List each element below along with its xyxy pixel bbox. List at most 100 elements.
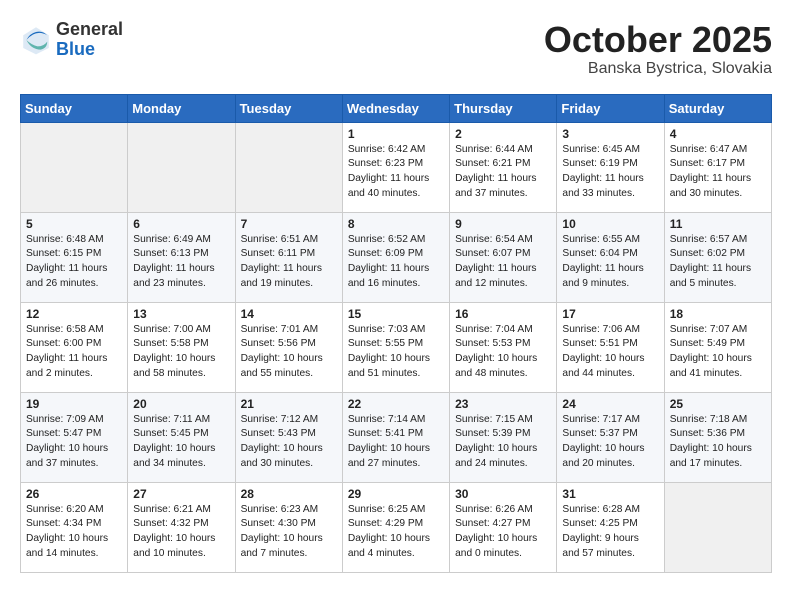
calendar-cell bbox=[21, 122, 128, 212]
cell-details: Sunrise: 7:09 AMSunset: 5:47 PMDaylight:… bbox=[26, 413, 122, 472]
calendar-cell: 12Sunrise: 6:58 AMSunset: 6:00 PMDayligh… bbox=[21, 302, 128, 392]
cell-details: Sunrise: 7:01 AMSunset: 5:56 PMDaylight:… bbox=[241, 323, 337, 382]
day-number: 18 bbox=[670, 307, 766, 321]
calendar-cell: 19 Sunrise: 7:09 AMSunset: 5:47 PMDayligh… bbox=[21, 392, 128, 482]
calendar-week-row: 19 Sunrise: 7:09 AMSunset: 5:47 PMDayligh… bbox=[21, 392, 772, 482]
calendar-week-row: 1 Sunrise: 6:42 AMSunset: 6:23 PMDaylight… bbox=[21, 122, 772, 212]
calendar-cell bbox=[235, 122, 342, 212]
cell-details: Sunrise: 6:57 AMSunset: 6:02 PMDaylight:… bbox=[670, 233, 766, 292]
calendar-cell: 30 Sunrise: 6:26 AMSunset: 4:27 PMDayligh… bbox=[450, 482, 557, 572]
day-number: 26 bbox=[26, 487, 122, 501]
calendar-cell: 16 Sunrise: 7:04 AMSunset: 5:53 PMDayligh… bbox=[450, 302, 557, 392]
calendar-cell: 11 Sunrise: 6:57 AMSunset: 6:02 PMDayligh… bbox=[664, 212, 771, 302]
calendar-cell: 17 Sunrise: 7:06 AMSunset: 5:51 PMDayligh… bbox=[557, 302, 664, 392]
location-subtitle: Banska Bystrica, Slovakia bbox=[544, 60, 772, 78]
logo-general-text: General bbox=[56, 19, 123, 39]
calendar-cell: 29Sunrise: 6:25 AMSunset: 4:29 PMDayligh… bbox=[342, 482, 449, 572]
day-number: 20 bbox=[133, 397, 229, 411]
day-number: 7 bbox=[241, 217, 337, 231]
day-number: 17 bbox=[562, 307, 658, 321]
day-number: 28 bbox=[241, 487, 337, 501]
logo: General Blue bbox=[20, 20, 123, 60]
calendar-cell: 21 Sunrise: 7:12 AMSunset: 5:43 PMDayligh… bbox=[235, 392, 342, 482]
calendar-cell bbox=[664, 482, 771, 572]
calendar-cell: 6 Sunrise: 6:49 AMSunset: 6:13 PMDaylight… bbox=[128, 212, 235, 302]
calendar-cell bbox=[128, 122, 235, 212]
day-number: 16 bbox=[455, 307, 551, 321]
day-number: 2 bbox=[455, 127, 551, 141]
cell-details: Sunrise: 6:20 AMSunset: 4:34 PMDaylight:… bbox=[26, 503, 122, 562]
title-block: October 2025 Banska Bystrica, Slovakia bbox=[544, 20, 772, 78]
cell-details: Sunrise: 6:55 AMSunset: 6:04 PMDaylight:… bbox=[562, 233, 658, 292]
calendar-cell: 27 Sunrise: 6:21 AMSunset: 4:32 PMDayligh… bbox=[128, 482, 235, 572]
day-number: 8 bbox=[348, 217, 444, 231]
calendar-cell: 15Sunrise: 7:03 AMSunset: 5:55 PMDayligh… bbox=[342, 302, 449, 392]
calendar-cell: 5 Sunrise: 6:48 AMSunset: 6:15 PMDaylight… bbox=[21, 212, 128, 302]
weekday-header-monday: Monday bbox=[128, 94, 235, 122]
day-number: 19 bbox=[26, 397, 122, 411]
calendar-cell: 28 Sunrise: 6:23 AMSunset: 4:30 PMDayligh… bbox=[235, 482, 342, 572]
cell-details: Sunrise: 7:17 AMSunset: 5:37 PMDaylight:… bbox=[562, 413, 658, 472]
cell-details: Sunrise: 6:49 AMSunset: 6:13 PMDaylight:… bbox=[133, 233, 229, 292]
calendar-week-row: 5 Sunrise: 6:48 AMSunset: 6:15 PMDaylight… bbox=[21, 212, 772, 302]
cell-details: Sunrise: 7:06 AMSunset: 5:51 PMDaylight:… bbox=[562, 323, 658, 382]
cell-details: Sunrise: 7:14 AMSunset: 5:41 PMDaylight:… bbox=[348, 413, 444, 472]
calendar-cell: 22 Sunrise: 7:14 AMSunset: 5:41 PMDayligh… bbox=[342, 392, 449, 482]
day-number: 6 bbox=[133, 217, 229, 231]
calendar-cell: 8Sunrise: 6:52 AMSunset: 6:09 PMDaylight… bbox=[342, 212, 449, 302]
day-number: 5 bbox=[26, 217, 122, 231]
cell-details: Sunrise: 6:26 AMSunset: 4:27 PMDaylight:… bbox=[455, 503, 551, 562]
cell-details: Sunrise: 6:21 AMSunset: 4:32 PMDaylight:… bbox=[133, 503, 229, 562]
page-header: General Blue October 2025 Banska Bystric… bbox=[20, 20, 772, 78]
calendar-cell: 10Sunrise: 6:55 AMSunset: 6:04 PMDayligh… bbox=[557, 212, 664, 302]
weekday-header-wednesday: Wednesday bbox=[342, 94, 449, 122]
calendar-cell: 25 Sunrise: 7:18 AMSunset: 5:36 PMDayligh… bbox=[664, 392, 771, 482]
day-number: 30 bbox=[455, 487, 551, 501]
calendar-week-row: 26 Sunrise: 6:20 AMSunset: 4:34 PMDayligh… bbox=[21, 482, 772, 572]
calendar-cell: 23 Sunrise: 7:15 AMSunset: 5:39 PMDayligh… bbox=[450, 392, 557, 482]
cell-details: Sunrise: 6:28 AMSunset: 4:25 PMDaylight:… bbox=[562, 503, 658, 562]
calendar-cell: 9Sunrise: 6:54 AMSunset: 6:07 PMDaylight… bbox=[450, 212, 557, 302]
calendar-cell: 31Sunrise: 6:28 AMSunset: 4:25 PMDayligh… bbox=[557, 482, 664, 572]
cell-details: Sunrise: 6:25 AMSunset: 4:29 PMDaylight:… bbox=[348, 503, 444, 562]
cell-details: Sunrise: 6:42 AMSunset: 6:23 PMDaylight:… bbox=[348, 143, 444, 202]
day-number: 25 bbox=[670, 397, 766, 411]
day-number: 11 bbox=[670, 217, 766, 231]
cell-details: Sunrise: 6:51 AMSunset: 6:11 PMDaylight:… bbox=[241, 233, 337, 292]
calendar-cell: 7 Sunrise: 6:51 AMSunset: 6:11 PMDaylight… bbox=[235, 212, 342, 302]
calendar-cell: 18 Sunrise: 7:07 AMSunset: 5:49 PMDayligh… bbox=[664, 302, 771, 392]
cell-details: Sunrise: 6:23 AMSunset: 4:30 PMDaylight:… bbox=[241, 503, 337, 562]
cell-details: Sunrise: 7:12 AMSunset: 5:43 PMDaylight:… bbox=[241, 413, 337, 472]
day-number: 1 bbox=[348, 127, 444, 141]
cell-details: Sunrise: 7:00 AMSunset: 5:58 PMDaylight:… bbox=[133, 323, 229, 382]
cell-details: Sunrise: 7:15 AMSunset: 5:39 PMDaylight:… bbox=[455, 413, 551, 472]
day-number: 21 bbox=[241, 397, 337, 411]
cell-details: Sunrise: 7:03 AMSunset: 5:55 PMDaylight:… bbox=[348, 323, 444, 382]
day-number: 3 bbox=[562, 127, 658, 141]
calendar-cell: 14 Sunrise: 7:01 AMSunset: 5:56 PMDayligh… bbox=[235, 302, 342, 392]
weekday-header-sunday: Sunday bbox=[21, 94, 128, 122]
cell-details: Sunrise: 7:07 AMSunset: 5:49 PMDaylight:… bbox=[670, 323, 766, 382]
weekday-header-friday: Friday bbox=[557, 94, 664, 122]
day-number: 4 bbox=[670, 127, 766, 141]
calendar-week-row: 12Sunrise: 6:58 AMSunset: 6:00 PMDayligh… bbox=[21, 302, 772, 392]
logo-icon bbox=[20, 24, 52, 56]
day-number: 14 bbox=[241, 307, 337, 321]
calendar-cell: 26 Sunrise: 6:20 AMSunset: 4:34 PMDayligh… bbox=[21, 482, 128, 572]
cell-details: Sunrise: 7:04 AMSunset: 5:53 PMDaylight:… bbox=[455, 323, 551, 382]
cell-details: Sunrise: 6:45 AMSunset: 6:19 PMDaylight:… bbox=[562, 143, 658, 202]
cell-details: Sunrise: 6:47 AMSunset: 6:17 PMDaylight:… bbox=[670, 143, 766, 202]
cell-details: Sunrise: 6:48 AMSunset: 6:15 PMDaylight:… bbox=[26, 233, 122, 292]
weekday-header-saturday: Saturday bbox=[664, 94, 771, 122]
calendar-cell: 13Sunrise: 7:00 AMSunset: 5:58 PMDayligh… bbox=[128, 302, 235, 392]
cell-details: Sunrise: 7:18 AMSunset: 5:36 PMDaylight:… bbox=[670, 413, 766, 472]
calendar-cell: 4 Sunrise: 6:47 AMSunset: 6:17 PMDaylight… bbox=[664, 122, 771, 212]
day-number: 23 bbox=[455, 397, 551, 411]
cell-details: Sunrise: 6:54 AMSunset: 6:07 PMDaylight:… bbox=[455, 233, 551, 292]
calendar-cell: 1 Sunrise: 6:42 AMSunset: 6:23 PMDaylight… bbox=[342, 122, 449, 212]
weekday-header-tuesday: Tuesday bbox=[235, 94, 342, 122]
logo-blue-text: Blue bbox=[56, 39, 95, 59]
day-number: 27 bbox=[133, 487, 229, 501]
day-number: 22 bbox=[348, 397, 444, 411]
weekday-header-thursday: Thursday bbox=[450, 94, 557, 122]
